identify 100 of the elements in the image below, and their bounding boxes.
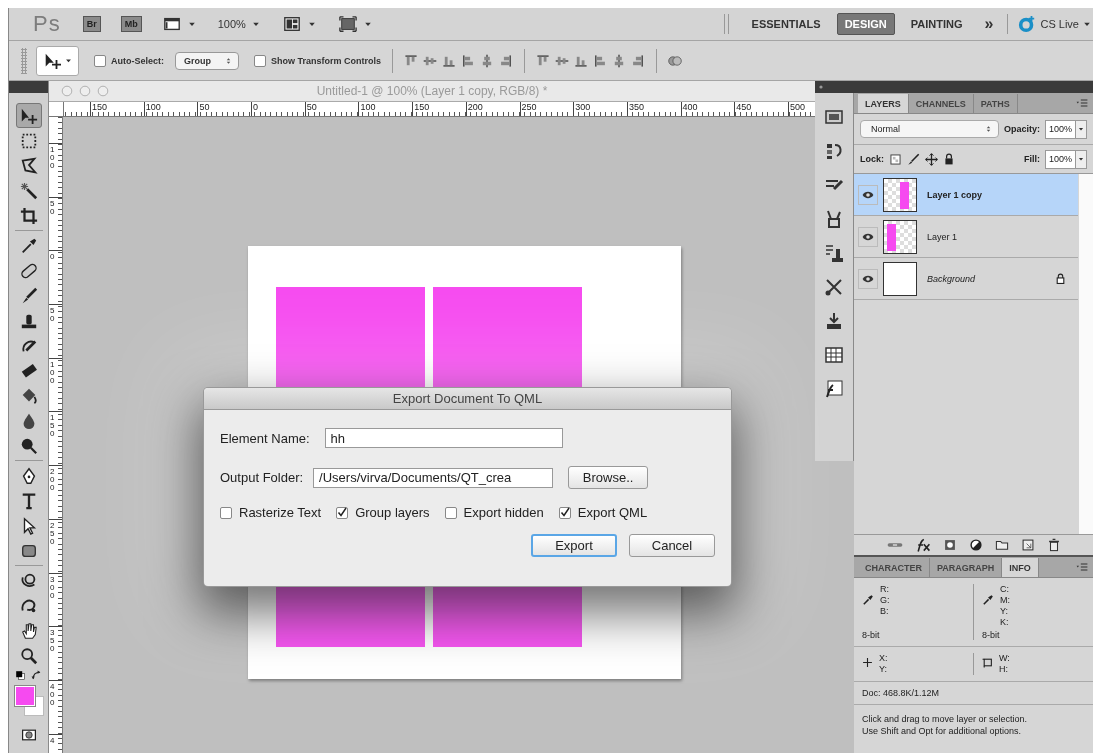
dodge-icon[interactable]: [19, 436, 38, 455]
more-workspaces-button[interactable]: »: [984, 15, 994, 33]
lock-label: Lock:: [860, 154, 884, 164]
clone-source-icon[interactable]: [824, 243, 844, 263]
workspace-button[interactable]: DESIGN: [836, 13, 895, 35]
move-tool-preset-button[interactable]: [36, 45, 79, 76]
field-label: Output Folder:: [220, 470, 304, 485]
align-top-icon[interactable]: [404, 53, 419, 68]
workspace-button[interactable]: ESSENTIALS: [744, 14, 828, 34]
layer-thumbnail: [883, 177, 917, 212]
checkbox[interactable]: [558, 506, 571, 519]
lock-all-icon[interactable]: [943, 153, 955, 165]
layer-row[interactable]: Layer 1: [854, 216, 1078, 258]
align-right-icon[interactable]: [499, 53, 514, 68]
new-layer-icon[interactable]: [1020, 538, 1035, 552]
grid-icon[interactable]: [824, 345, 844, 365]
dialog-button[interactable]: Cancel: [629, 534, 715, 557]
bit-depth-label: 8-bit: [982, 630, 1000, 640]
trash-icon[interactable]: [1046, 538, 1061, 552]
stamp-down-icon[interactable]: [824, 311, 844, 331]
fx-styles-icon[interactable]: [824, 379, 844, 399]
layer-mask-icon[interactable]: [942, 538, 957, 552]
arrange-documents-icon[interactable]: [281, 15, 302, 33]
dialog-button[interactable]: Export: [531, 534, 617, 557]
checkbox-label: Export QML: [577, 505, 648, 520]
panel-tab[interactable]: INFO: [1002, 558, 1039, 577]
checkbox[interactable]: [220, 506, 232, 519]
caret-icon: [187, 20, 196, 28]
visibility-toggle[interactable]: [858, 226, 878, 247]
cs-live-button[interactable]: CS Live: [1018, 15, 1093, 33]
screen-mode-icon[interactable]: [337, 15, 358, 33]
distribute-left-icon[interactable]: [593, 53, 608, 68]
ruler-label: 100: [143, 102, 198, 116]
ruler-label: 300: [50, 575, 55, 600]
ruler-label: 350: [50, 629, 55, 654]
eyedropper-icon[interactable]: [19, 236, 38, 255]
caret-icon: [1078, 126, 1084, 132]
adjustment-layer-icon[interactable]: [968, 538, 983, 552]
checkbox[interactable]: [444, 506, 457, 519]
coordinate-label: X:: [879, 653, 888, 664]
input-field[interactable]: /Users/virva/Documents/QT_crea: [313, 467, 554, 488]
checkbox[interactable]: [336, 506, 349, 519]
hand-icon[interactable]: [19, 621, 38, 640]
window-layout-icon[interactable]: [161, 15, 182, 33]
lock-transparency-icon[interactable]: [889, 152, 902, 166]
ruler-label: 150: [90, 102, 144, 116]
distribute-top-icon[interactable]: [536, 53, 551, 68]
field-label: Element Name:: [220, 430, 310, 446]
crop-icon[interactable]: [19, 206, 38, 225]
panel-tab[interactable]: LAYERS: [858, 94, 909, 113]
rotate-3d-icon[interactable]: [19, 571, 38, 590]
history-panel-icon[interactable]: [824, 141, 844, 161]
ruler-label: 50: [50, 199, 55, 216]
layer-thumbnail: [883, 261, 917, 296]
caret-icon: [65, 57, 72, 64]
swap-arrow-icon[interactable]: [30, 670, 42, 681]
checkbox-label: Export hidden: [463, 505, 544, 520]
checkbox[interactable]: [94, 54, 106, 67]
caret-icon: [1078, 156, 1084, 162]
zoom-icon[interactable]: [19, 646, 38, 665]
scissors-icon[interactable]: [824, 277, 844, 297]
foreground-color-swatch[interactable]: [14, 686, 35, 706]
distribute-right-icon[interactable]: [631, 53, 646, 68]
input-field[interactable]: hh: [324, 428, 563, 448]
layer-row[interactable]: Background: [854, 258, 1078, 300]
document-title: Untitled-1 @ 100% (Layer 1 copy, RGB/8) *: [316, 84, 548, 98]
layer-row[interactable]: Layer 1 copy: [854, 174, 1078, 216]
visibility-toggle[interactable]: [858, 184, 878, 205]
auto-select-dropdown[interactable]: Group: [175, 51, 239, 70]
document-size-text: Doc: 468.8K/1.12M: [862, 688, 940, 698]
folder-icon[interactable]: [994, 538, 1009, 552]
checkbox-label: Group layers: [355, 505, 430, 520]
launcher-button[interactable]: Mb: [120, 16, 142, 32]
ruler-label: 100: [358, 102, 413, 116]
lock-brush-icon[interactable]: [907, 152, 920, 166]
channel-label: M:: [1000, 595, 1010, 606]
ruler-label: 50: [50, 307, 55, 324]
lasso-icon[interactable]: [19, 156, 38, 175]
default-colors-icon[interactable]: [14, 670, 27, 682]
caret-icon: [363, 20, 372, 28]
ruler-label: 50: [197, 102, 252, 116]
zoom-dropdown[interactable]: 100%: [217, 18, 260, 30]
browse-button[interactable]: Browse..: [568, 466, 649, 489]
up-down-arrows-icon: [984, 124, 992, 134]
marquee-icon[interactable]: [19, 131, 38, 150]
magic-wand-icon[interactable]: [19, 181, 38, 200]
launcher-button[interactable]: Br: [82, 16, 101, 32]
ruler-label: 0: [50, 253, 55, 262]
ruler-label: 100: [50, 146, 55, 170]
blend-mode-dropdown[interactable]: Normal: [860, 120, 999, 138]
brush-bottles-icon[interactable]: [824, 209, 844, 229]
workspace-button[interactable]: PAINTING: [903, 14, 970, 34]
layer-thumbnail: [883, 219, 917, 254]
lock-move-icon[interactable]: [925, 152, 938, 166]
visibility-toggle[interactable]: [858, 268, 878, 289]
align-left-icon[interactable]: [461, 53, 476, 68]
caret-icon: [307, 20, 316, 28]
auto-align-layers-icon[interactable]: [668, 53, 683, 68]
checkbox[interactable]: [254, 54, 266, 67]
ruler-label: 250: [519, 102, 574, 116]
